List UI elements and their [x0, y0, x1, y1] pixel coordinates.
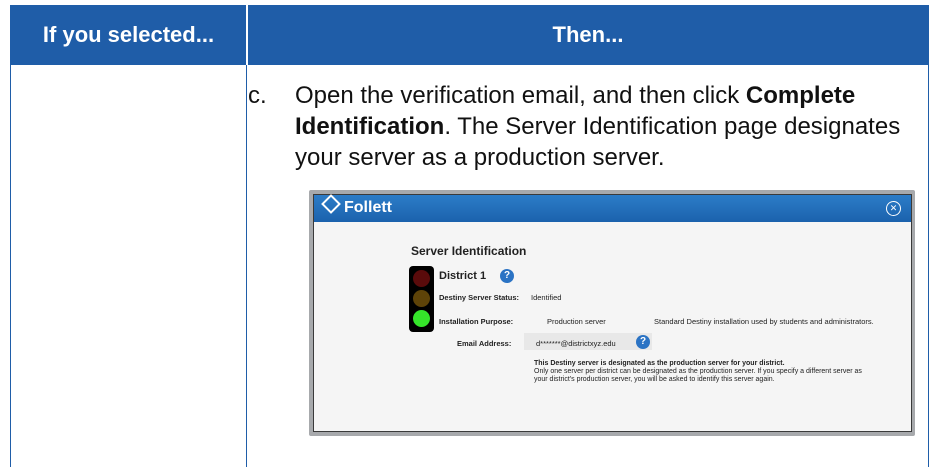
- step-letter: c.: [248, 82, 267, 109]
- header-then: Then...: [552, 22, 624, 47]
- server-identification-screenshot: Follett ✕ Server Identification District…: [309, 190, 915, 436]
- close-icon[interactable]: ✕: [886, 201, 901, 216]
- column-divider: [246, 65, 247, 467]
- right-border: [928, 65, 929, 467]
- email-value: d*******@districtxyz.edu: [536, 339, 616, 348]
- production-message-bold: This Destiny server is designated as the…: [534, 360, 785, 367]
- follett-logo-icon: [321, 194, 341, 214]
- purpose-label: Installation Purpose:: [439, 317, 514, 326]
- district-name: District 1: [439, 270, 487, 282]
- step-text-before: Open the verification email, and then cl…: [295, 82, 746, 109]
- left-border: [10, 65, 11, 467]
- follett-logo-text: Follett: [344, 199, 392, 216]
- dialog-title-bar: Follett ✕: [314, 194, 911, 222]
- follett-logo: Follett: [321, 194, 392, 218]
- traffic-light-icon: [409, 266, 434, 332]
- table-header: If you selected... Then...: [10, 5, 929, 65]
- production-message: This Destiny server is designated as the…: [534, 360, 864, 384]
- yellow-lamp: [413, 290, 430, 307]
- green-lamp: [413, 310, 430, 327]
- help-icon[interactable]: ?: [500, 269, 514, 283]
- status-label: Destiny Server Status:: [439, 293, 520, 302]
- dialog-title: Server Identification: [411, 244, 527, 258]
- purpose-description: Standard Destiny installation used by st…: [654, 317, 874, 326]
- dialog-body: Server Identification District 1 ? Desti…: [314, 222, 911, 431]
- red-lamp: [413, 270, 430, 287]
- dialog-window: Follett ✕ Server Identification District…: [313, 194, 912, 432]
- header-if-selected: If you selected...: [42, 22, 215, 47]
- help-icon[interactable]: ?: [636, 335, 650, 349]
- status-value: Identified: [531, 293, 562, 302]
- email-label: Email Address:: [457, 339, 512, 348]
- purpose-value: Production server: [547, 317, 606, 326]
- step-text: Open the verification email, and then cl…: [295, 80, 920, 173]
- production-message-text: Only one server per district can be desi…: [534, 368, 862, 383]
